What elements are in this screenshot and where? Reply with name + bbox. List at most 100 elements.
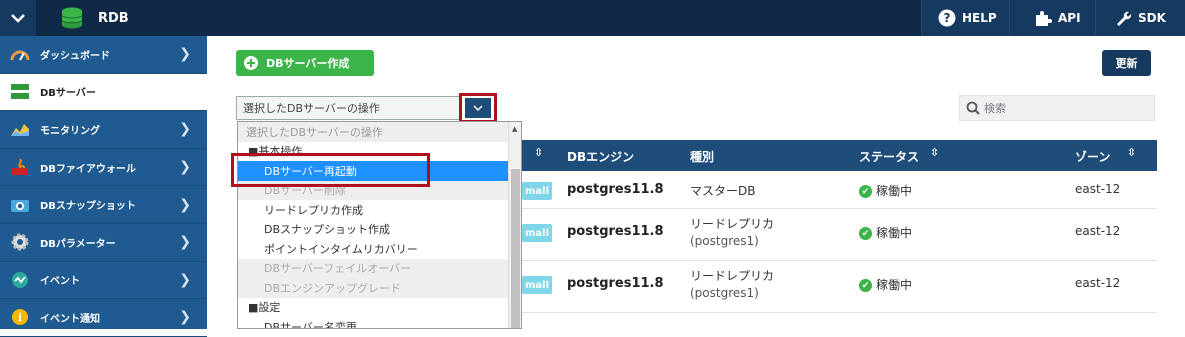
chevron-right-icon: ❯ bbox=[179, 234, 191, 251]
column-header-status[interactable]: ステータス bbox=[859, 148, 919, 165]
dropdown-header-option: 選択したDBサーバーの操作 bbox=[238, 122, 521, 142]
firewall-icon bbox=[0, 158, 40, 176]
status-cell: ✔ 稼働中 bbox=[859, 276, 912, 293]
column-header-type: 種別 bbox=[690, 150, 715, 164]
plus-icon bbox=[244, 56, 258, 70]
api-button[interactable]: API bbox=[1009, 0, 1095, 36]
sidebar-item-label: DBスナップショット bbox=[40, 201, 136, 213]
server-icon bbox=[0, 83, 40, 101]
status-cell: ✔ 稼働中 bbox=[859, 224, 912, 241]
dropdown-option-pitr[interactable]: ポイントインタイムリカバリー bbox=[238, 239, 521, 259]
status-label: 稼働中 bbox=[876, 184, 913, 198]
sidebar-item-label: DBサーバー bbox=[40, 88, 96, 100]
sidebar-item-parameters[interactable]: DBパラメーター ❯ bbox=[0, 224, 207, 262]
column-header-zone[interactable]: ゾーン bbox=[1075, 148, 1110, 165]
info-icon: i bbox=[0, 308, 40, 326]
sdk-label: SDK bbox=[1138, 11, 1166, 25]
dropdown-group-settings: ■設定 bbox=[248, 301, 281, 315]
chevron-right-icon: ❯ bbox=[179, 159, 191, 176]
gear-icon bbox=[0, 233, 40, 251]
database-icon bbox=[61, 7, 83, 29]
plan-badge: mall bbox=[522, 224, 552, 242]
dropdown-scrollbar[interactable]: ▲ bbox=[508, 122, 521, 328]
zone-cell: east-12 bbox=[1075, 276, 1121, 290]
type-sub-cell: (postgres1) bbox=[690, 234, 759, 248]
type-cell: リードレプリカ bbox=[690, 269, 775, 283]
api-label: API bbox=[1058, 11, 1081, 25]
sidebar-item-monitoring[interactable]: モニタリング ❯ bbox=[0, 111, 207, 149]
scroll-up-arrow-icon[interactable]: ▲ bbox=[512, 125, 517, 133]
help-button[interactable]: ? HELP bbox=[921, 0, 1009, 36]
check-circle-icon: ✔ bbox=[859, 185, 872, 198]
search-icon bbox=[966, 101, 980, 115]
check-circle-icon: ✔ bbox=[859, 227, 872, 240]
sidebar-item-events[interactable]: イベント ❯ bbox=[0, 262, 207, 300]
search-box[interactable]: 検索 bbox=[959, 95, 1155, 121]
sidebar: ダッシュボード ❯ DBサーバー モニタリング ❯ DBファイアウォール ❯ D… bbox=[0, 36, 207, 337]
svg-text:i: i bbox=[18, 311, 22, 324]
app-title: RDB bbox=[60, 0, 129, 36]
column-header-engine: DBエンジン bbox=[567, 150, 635, 164]
table-row[interactable]: mall postgres11.8 マスターDB ✔ 稼働中 east-12 bbox=[522, 171, 1157, 209]
chart-icon bbox=[0, 121, 40, 137]
chevron-down-icon bbox=[11, 14, 25, 23]
refresh-button[interactable]: 更新 bbox=[1102, 50, 1151, 76]
help-label: HELP bbox=[962, 11, 997, 25]
search-input[interactable]: 検索 bbox=[984, 100, 1006, 116]
help-icon: ? bbox=[938, 9, 956, 27]
sdk-button[interactable]: SDK bbox=[1095, 0, 1185, 36]
operation-select[interactable]: 選択したDBサーバーの操作 bbox=[236, 96, 494, 120]
scrollbar-thumb[interactable] bbox=[511, 169, 520, 328]
sidebar-item-event-notification[interactable]: i イベント通知 ❯ bbox=[0, 299, 207, 337]
wrench-icon bbox=[1117, 11, 1132, 26]
sort-icon[interactable]: ⇳ bbox=[534, 146, 543, 159]
chevron-right-icon: ❯ bbox=[179, 121, 191, 138]
engine-cell: postgres11.8 bbox=[567, 182, 664, 197]
event-icon bbox=[0, 271, 40, 289]
dropdown-option-create-replica[interactable]: リードレプリカ作成 bbox=[238, 200, 521, 220]
dropdown-option-rename[interactable]: DBサーバー名変更 bbox=[238, 317, 521, 328]
zone-cell: east-12 bbox=[1075, 224, 1121, 238]
sidebar-item-dashboard[interactable]: ダッシュボード ❯ bbox=[0, 36, 207, 74]
sidebar-item-label: モニタリング bbox=[40, 125, 100, 137]
sidebar-item-firewall[interactable]: DBファイアウォール ❯ bbox=[0, 149, 207, 187]
status-label: 稼働中 bbox=[876, 226, 913, 240]
chevron-right-icon: ❯ bbox=[179, 271, 191, 288]
table-header: ⇳ DBエンジン 種別 ステータス ⇳ ゾーン ⇳ bbox=[522, 140, 1157, 171]
dropdown-option-create-snapshot[interactable]: DBスナップショット作成 bbox=[238, 220, 521, 240]
plan-badge: mall bbox=[522, 276, 552, 294]
engine-cell: postgres11.8 bbox=[567, 276, 664, 291]
check-circle-icon: ✔ bbox=[859, 279, 872, 292]
table-row[interactable]: mall postgres11.8 リードレプリカ (postgres1) ✔ 稼… bbox=[522, 261, 1157, 313]
menu-toggle-button[interactable] bbox=[0, 0, 36, 36]
sidebar-item-db-server[interactable]: DBサーバー bbox=[0, 73, 207, 112]
table-row[interactable]: mall postgres11.8 リードレプリカ (postgres1) ✔ 稼… bbox=[522, 209, 1157, 261]
dropdown-toggle-button[interactable] bbox=[459, 93, 497, 123]
top-bar: RDB ? HELP API SDK bbox=[0, 0, 1185, 36]
type-cell: マスターDB bbox=[690, 184, 756, 198]
engine-cell: postgres11.8 bbox=[567, 224, 664, 239]
status-label: 稼働中 bbox=[876, 278, 913, 292]
type-sub-cell: (postgres1) bbox=[690, 286, 759, 300]
chevron-right-icon: ❯ bbox=[179, 46, 191, 63]
create-db-server-button[interactable]: DBサーバー作成 bbox=[236, 50, 374, 76]
puzzle-icon bbox=[1036, 11, 1052, 26]
chevron-down-icon bbox=[473, 105, 483, 112]
gauge-icon bbox=[0, 46, 40, 62]
chevron-right-icon: ❯ bbox=[179, 196, 191, 213]
sidebar-item-label: イベント通知 bbox=[40, 313, 100, 325]
sidebar-item-label: ダッシュボード bbox=[40, 50, 110, 62]
svg-text:?: ? bbox=[944, 11, 951, 25]
sidebar-item-snapshot[interactable]: DBスナップショット ❯ bbox=[0, 186, 207, 224]
sort-icon[interactable]: ⇳ bbox=[930, 146, 939, 159]
type-cell: リードレプリカ bbox=[690, 217, 775, 231]
camera-icon bbox=[0, 197, 40, 213]
sidebar-item-label: DBファイアウォール bbox=[40, 163, 136, 175]
sidebar-item-label: DBパラメーター bbox=[40, 238, 116, 250]
sidebar-item-label: イベント bbox=[40, 276, 80, 288]
status-cell: ✔ 稼働中 bbox=[859, 182, 912, 199]
highlight-box bbox=[231, 153, 430, 187]
plan-badge: mall bbox=[522, 182, 552, 200]
create-button-label: DBサーバー作成 bbox=[266, 57, 350, 70]
sort-icon[interactable]: ⇳ bbox=[1127, 146, 1136, 159]
